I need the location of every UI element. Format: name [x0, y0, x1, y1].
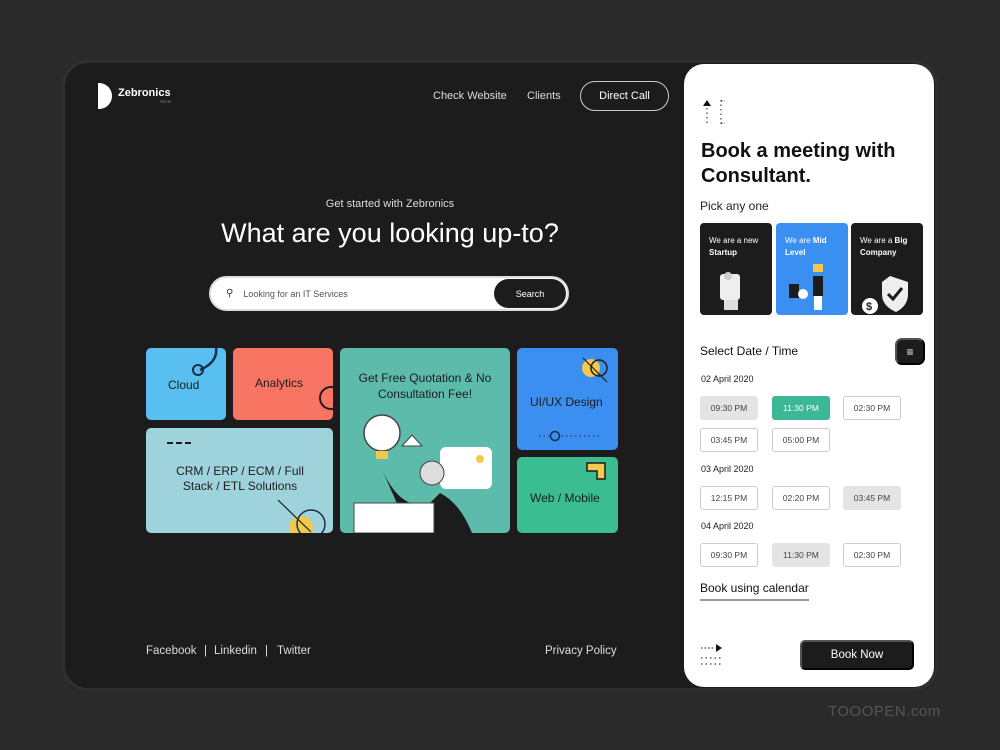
tile-label: UI/UX Design	[530, 395, 603, 409]
consultant-illustration-icon	[353, 414, 492, 533]
date-label: 03 April 2020	[701, 464, 754, 474]
time-slot[interactable]: 02:30 PM	[843, 396, 901, 420]
tile-label: Analytics	[255, 376, 304, 390]
book-now-button[interactable]: Book Now	[800, 640, 914, 670]
tile-label: CRM / ERP / ECM / Full Stack / ETL Solut…	[176, 464, 304, 493]
slider-dots-icon	[539, 430, 599, 442]
nav-check-website[interactable]: Check Website	[433, 90, 507, 102]
footer-facebook[interactable]: Facebook	[146, 645, 197, 657]
midlevel-illustration-icon	[789, 264, 823, 310]
uiux-illustration-icon	[582, 357, 608, 383]
booking-title: Book a meeting with Consultant.	[701, 140, 896, 187]
footer-separator: |	[265, 645, 268, 657]
hero-kicker: Get started with Zebronics	[325, 198, 455, 210]
time-slot[interactable]: 05:00 PM	[772, 428, 830, 452]
svg-text:$: $	[866, 301, 872, 313]
date-label: 04 April 2020	[701, 521, 754, 531]
brand-sub: TECH	[159, 99, 171, 104]
time-slot[interactable]: 03:45 PM	[843, 486, 901, 510]
card-bold: Startup	[709, 248, 737, 257]
watermark: TOOOPEN.com	[828, 703, 941, 720]
time-slot[interactable]: 02:30 PM	[843, 543, 901, 567]
time-slot[interactable]: 09:30 PM	[700, 543, 758, 567]
hero-title: What are you looking up-to?	[221, 218, 559, 248]
search-input[interactable]: Looking for an IT Services	[243, 289, 494, 299]
arrow-right-dots-icon	[701, 644, 723, 665]
time-slot[interactable]: 02:20 PM	[772, 486, 830, 510]
book-using-calendar-link[interactable]: Book using calendar	[700, 581, 809, 601]
brand-logo[interactable]: Zebronics TECH	[98, 83, 171, 109]
startup-illustration-icon	[720, 272, 740, 310]
search-bar: ⚲ Looking for an IT Services Search	[209, 276, 569, 311]
card-pre: We are	[785, 236, 811, 245]
time-slot[interactable]: 03:45 PM	[700, 428, 758, 452]
direct-call-button[interactable]: Direct Call	[580, 81, 669, 111]
search-icon: ⚲	[226, 288, 234, 299]
tile-web-mobile[interactable]: Web / Mobile	[517, 457, 618, 533]
nav-clients[interactable]: Clients	[527, 90, 561, 102]
time-slot[interactable]: 09:30 PM	[700, 396, 758, 420]
filter-button[interactable]: ≡	[895, 338, 925, 365]
date-label: 02 April 2020	[701, 374, 754, 384]
search-button[interactable]: Search	[494, 279, 566, 308]
dash-icon	[167, 442, 191, 444]
sliders-icon: ≡	[906, 344, 914, 359]
arrow-up-dots-icon	[703, 100, 725, 124]
time-slot[interactable]: 11:30 PM	[772, 396, 830, 420]
tile-crm[interactable]: CRM / ERP / ECM / Full Stack / ETL Solut…	[146, 428, 333, 533]
logo-mark-icon	[98, 83, 112, 109]
card-pre: We are a	[860, 236, 893, 245]
footer-separator: |	[204, 645, 207, 657]
cloud-illustration-icon	[192, 348, 218, 376]
brand-name: Zebronics	[118, 87, 171, 99]
analytics-illustration-icon	[319, 386, 333, 410]
tile-cloud[interactable]: Cloud	[146, 348, 226, 420]
tile-label: Web / Mobile	[530, 491, 600, 505]
footer-privacy-policy[interactable]: Privacy Policy	[545, 645, 617, 657]
select-date-time-label: Select Date / Time	[700, 344, 799, 358]
company-illustration-icon: $	[862, 276, 908, 314]
footer-twitter[interactable]: Twitter	[277, 645, 311, 657]
tile-label: Get Free Quotation & No Consultation Fee…	[358, 371, 492, 401]
tile-label: Cloud	[168, 378, 200, 392]
web-illustration-icon	[586, 462, 606, 480]
tile-analytics[interactable]: Analytics	[233, 348, 333, 420]
footer-linkedin[interactable]: Linkedin	[214, 645, 257, 657]
pick-label: Pick any one	[700, 199, 769, 213]
tile-uiux-design[interactable]: UI/UX Design	[517, 348, 618, 450]
card-pre: We are a new	[709, 236, 759, 245]
crm-illustration-icon	[277, 499, 326, 533]
time-slot[interactable]: 12:15 PM	[700, 486, 758, 510]
time-slot[interactable]: 11:30 PM	[772, 543, 830, 567]
tile-free-quotation[interactable]: Get Free Quotation & No Consultation Fee…	[340, 348, 510, 533]
